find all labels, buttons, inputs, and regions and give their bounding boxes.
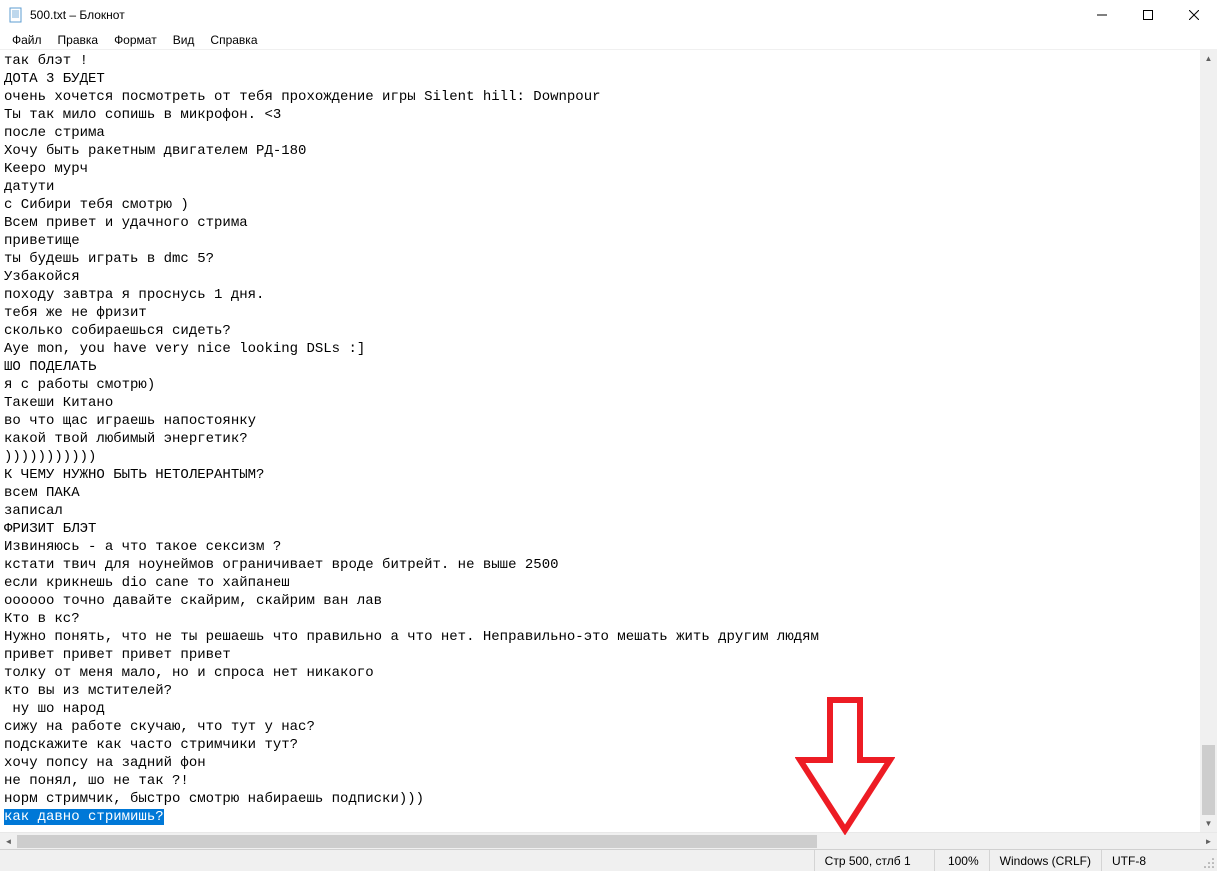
status-encoding: UTF-8	[1101, 850, 1201, 871]
close-button[interactable]	[1171, 0, 1217, 30]
editor-wrapper: так блэт !ДОТА 3 БУДЕТочень хочется посм…	[0, 50, 1217, 849]
text-line: датути	[4, 178, 1213, 196]
menu-help[interactable]: Справка	[202, 31, 265, 49]
text-line: толку от меня мало, но и спроса нет ника…	[4, 664, 1213, 682]
text-line: после стрима	[4, 124, 1213, 142]
text-line: походу завтра я проснусь 1 дня.	[4, 286, 1213, 304]
text-line: не понял, шо не так ?!	[4, 772, 1213, 790]
text-line: оооооо точно давайте скайрим, скайрим ва…	[4, 592, 1213, 610]
vscroll-track[interactable]	[1200, 67, 1217, 815]
text-line: К ЧЕМУ НУЖНО БЫТЬ НЕТОЛЕРАНТЫМ?	[4, 466, 1213, 484]
text-line: ты будешь играть в dmc 5?	[4, 250, 1213, 268]
text-line: Такеши Китано	[4, 394, 1213, 412]
text-line: если крикнешь dio cane то хайпанеш	[4, 574, 1213, 592]
text-line: приветище	[4, 232, 1213, 250]
text-line: ФРИЗИТ БЛЭТ	[4, 520, 1213, 538]
text-line: какой твой любимый энергетик?	[4, 430, 1213, 448]
status-position: Стр 500, стлб 1	[814, 850, 934, 871]
text-line: Aye mon, you have very nice looking DSLs…	[4, 340, 1213, 358]
menu-view[interactable]: Вид	[165, 31, 203, 49]
text-line: тебя же не фризит	[4, 304, 1213, 322]
text-line: во что щас играешь напостоянку	[4, 412, 1213, 430]
minimize-button[interactable]	[1079, 0, 1125, 30]
menubar: Файл Правка Формат Вид Справка	[0, 30, 1217, 50]
scroll-down-icon[interactable]: ▼	[1200, 815, 1217, 832]
text-line: Keepo мурч	[4, 160, 1213, 178]
text-line: ну шо народ	[4, 700, 1213, 718]
text-line: Извиняюсь - а что такое сексизм ?	[4, 538, 1213, 556]
text-line: )))))))))))	[4, 448, 1213, 466]
text-line: сколько собираешься сидеть?	[4, 322, 1213, 340]
text-line: подскажите как часто стримчики тут?	[4, 736, 1213, 754]
text-line: Кто в кс?	[4, 610, 1213, 628]
text-line: Узбакойся	[4, 268, 1213, 286]
text-line: кто вы из мстителей?	[4, 682, 1213, 700]
status-line-ending: Windows (CRLF)	[989, 850, 1101, 871]
status-zoom: 100%	[934, 850, 989, 871]
text-line: я с работы смотрю)	[4, 376, 1213, 394]
text-line: всем ПАКА	[4, 484, 1213, 502]
notepad-icon	[8, 7, 24, 23]
hscroll-track[interactable]	[17, 833, 1200, 849]
text-line: привет привет привет привет	[4, 646, 1213, 664]
text-line: кстати твич для ноунеймов ограничивает в…	[4, 556, 1213, 574]
scroll-up-icon[interactable]: ▲	[1200, 50, 1217, 67]
status-spacer	[0, 850, 814, 871]
text-line: хочу попсу на задний фон	[4, 754, 1213, 772]
resize-grip-icon[interactable]	[1201, 850, 1217, 871]
text-line: ДОТА 3 БУДЕТ	[4, 70, 1213, 88]
horizontal-scrollbar[interactable]: ◄ ►	[0, 832, 1217, 849]
titlebar: 500.txt – Блокнот	[0, 0, 1217, 30]
menu-edit[interactable]: Правка	[50, 31, 107, 49]
text-line: Хочу быть ракетным двигателем РД-180	[4, 142, 1213, 160]
text-line: Ты так мило сопишь в микрофон. <3	[4, 106, 1213, 124]
vscroll-thumb[interactable]	[1202, 745, 1215, 815]
menu-format[interactable]: Формат	[106, 31, 165, 49]
text-line-selected: как давно стримишь?	[4, 808, 1213, 826]
text-line: очень хочется посмотреть от тебя прохожд…	[4, 88, 1213, 106]
scroll-left-icon[interactable]: ◄	[0, 833, 17, 850]
vertical-scrollbar[interactable]: ▲ ▼	[1200, 50, 1217, 832]
text-line: ШО ПОДЕЛАТЬ	[4, 358, 1213, 376]
text-editor[interactable]: так блэт !ДОТА 3 БУДЕТочень хочется посм…	[0, 50, 1217, 832]
text-line: записал	[4, 502, 1213, 520]
scroll-right-icon[interactable]: ►	[1200, 833, 1217, 850]
maximize-button[interactable]	[1125, 0, 1171, 30]
window-controls	[1079, 0, 1217, 30]
text-line: Нужно понять, что не ты решаешь что прав…	[4, 628, 1213, 646]
menu-file[interactable]: Файл	[4, 31, 50, 49]
text-line: Всем привет и удачного стрима	[4, 214, 1213, 232]
text-line: норм стримчик, быстро смотрю набираешь п…	[4, 790, 1213, 808]
hscroll-thumb[interactable]	[17, 835, 817, 848]
window-title: 500.txt – Блокнот	[30, 8, 1079, 22]
text-line: сижу на работе скучаю, что тут у нас?	[4, 718, 1213, 736]
text-line: так блэт !	[4, 52, 1213, 70]
text-line: с Сибири тебя смотрю )	[4, 196, 1213, 214]
statusbar: Стр 500, стлб 1 100% Windows (CRLF) UTF-…	[0, 849, 1217, 871]
